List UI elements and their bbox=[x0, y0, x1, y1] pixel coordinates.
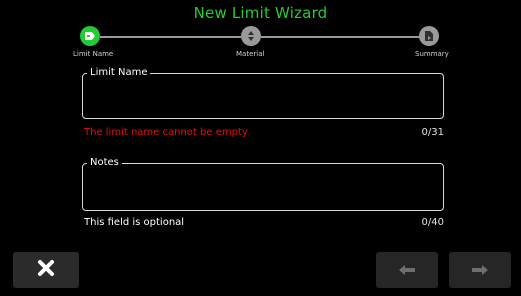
close-icon bbox=[37, 259, 55, 281]
limit-name-input[interactable] bbox=[82, 73, 444, 119]
limit-name-error: The limit name cannot be empty bbox=[84, 127, 248, 138]
notes-counter: 0/40 bbox=[421, 217, 444, 228]
arrow-left-icon bbox=[398, 261, 416, 280]
notes-input[interactable] bbox=[82, 163, 444, 211]
step-label-limit-name: Limit Name bbox=[73, 50, 114, 58]
stepper-connector bbox=[261, 36, 429, 38]
cancel-button[interactable] bbox=[13, 252, 79, 288]
step-limit-name-icon bbox=[80, 26, 100, 46]
limit-name-label: Limit Name bbox=[87, 67, 151, 79]
arrow-right-icon bbox=[471, 261, 489, 280]
step-material-icon bbox=[241, 26, 261, 46]
notes-hint: This field is optional bbox=[84, 217, 185, 228]
step-label-material: Material bbox=[236, 50, 265, 58]
limit-name-counter: 0/31 bbox=[421, 127, 444, 138]
stepper-connector bbox=[100, 36, 241, 38]
wizard-stepper: Limit Name Material Summary bbox=[0, 24, 521, 64]
back-button[interactable] bbox=[376, 252, 438, 288]
next-button[interactable] bbox=[449, 252, 511, 288]
step-label-summary: Summary bbox=[415, 50, 449, 58]
wizard-title: New Limit Wizard bbox=[193, 4, 328, 22]
notes-label: Notes bbox=[87, 157, 122, 169]
step-summary-icon bbox=[419, 26, 439, 46]
